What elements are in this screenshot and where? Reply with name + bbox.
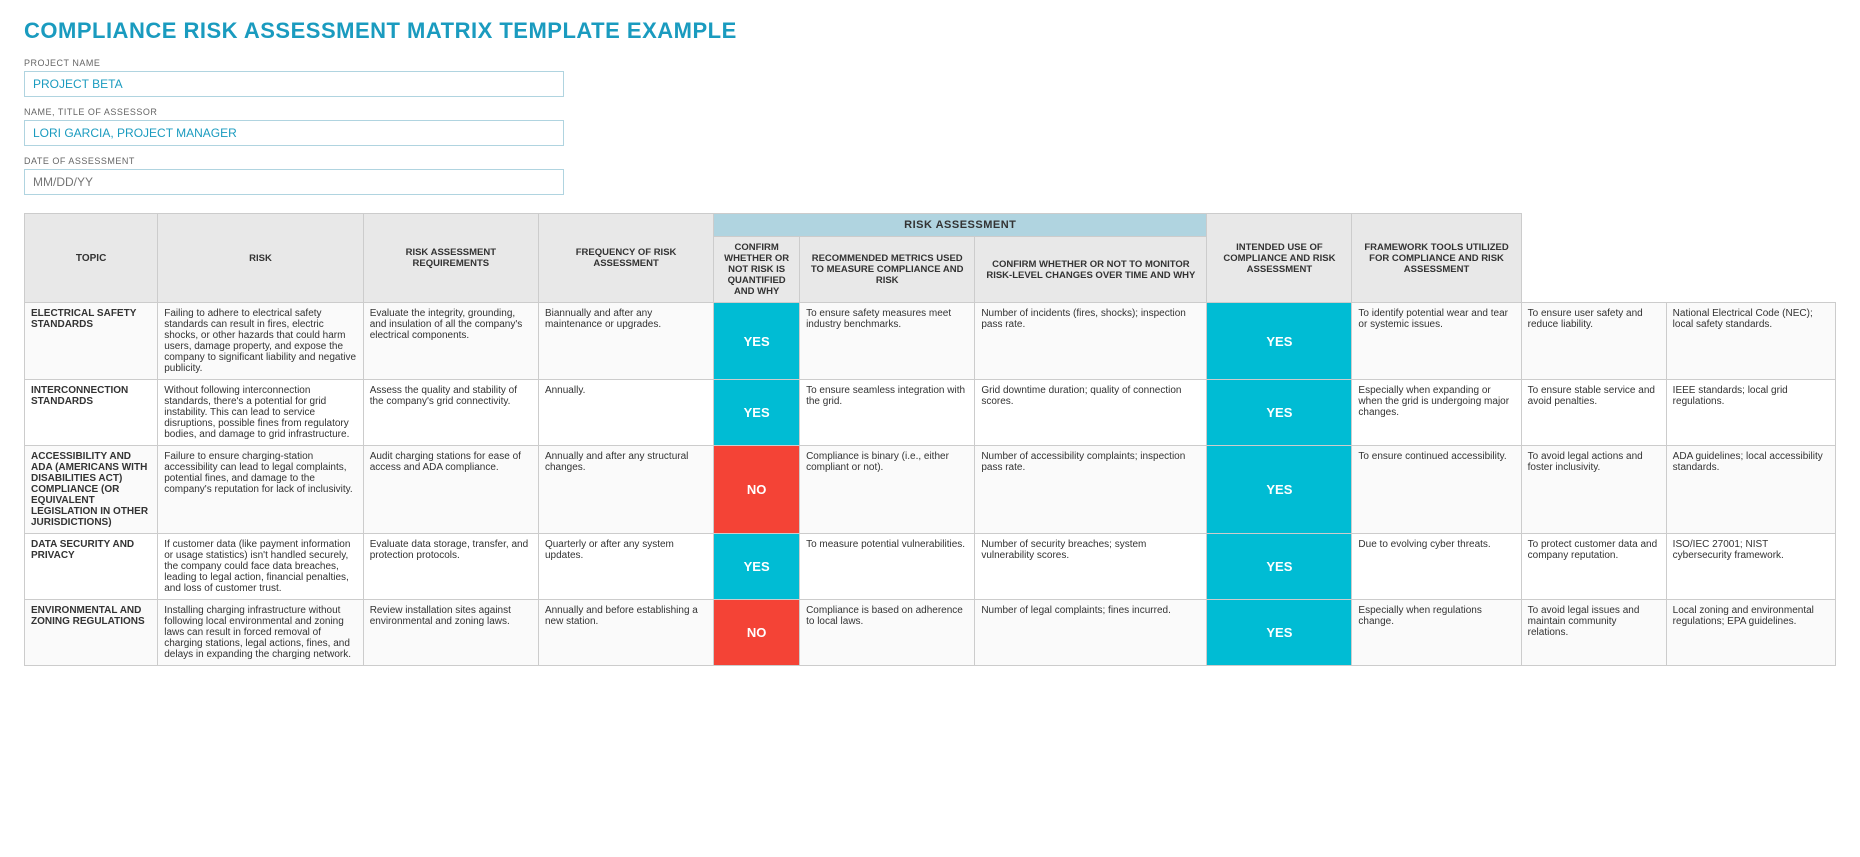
intended-use-cell: To avoid legal issues and maintain commu… xyxy=(1521,600,1666,666)
table-cell: Assess the quality and stability of the … xyxy=(363,380,538,446)
table-cell: Without following interconnection standa… xyxy=(158,380,363,446)
metrics-cell: Number of legal complaints; fines incurr… xyxy=(975,600,1207,666)
table-cell: DATA SECURITY AND PRIVACY xyxy=(25,534,158,600)
project-name-field: PROJECT NAME xyxy=(24,58,1836,97)
risk-assessment-group-header: RISK ASSESSMENT xyxy=(714,214,1207,237)
monitor-why-cell: To ensure continued accessibility. xyxy=(1352,446,1521,534)
table-cell: Annually and after any structural change… xyxy=(538,446,713,534)
table-cell: Quarterly or after any system updates. xyxy=(538,534,713,600)
why-quantified-cell: Compliance is based on adherence to loca… xyxy=(800,600,975,666)
metrics-cell: Grid downtime duration; quality of conne… xyxy=(975,380,1207,446)
monitor-cell: YES xyxy=(1207,600,1352,666)
intended-use-cell: To avoid legal actions and foster inclus… xyxy=(1521,446,1666,534)
table-cell: ACCESSIBILITY AND ADA (AMERICANS WITH DI… xyxy=(25,446,158,534)
col-framework: FRAMEWORK TOOLS UTILIZED FOR COMPLIANCE … xyxy=(1352,214,1521,303)
table-row: ACCESSIBILITY AND ADA (AMERICANS WITH DI… xyxy=(25,446,1836,534)
table-cell: Failing to adhere to electrical safety s… xyxy=(158,303,363,380)
monitor-cell: YES xyxy=(1207,303,1352,380)
table-cell: ENVIRONMENTAL AND ZONING REGULATIONS xyxy=(25,600,158,666)
quantified-cell: NO xyxy=(714,600,800,666)
table-cell: Biannually and after any maintenance or … xyxy=(538,303,713,380)
quantified-cell: YES xyxy=(714,380,800,446)
table-row: DATA SECURITY AND PRIVACYIf customer dat… xyxy=(25,534,1836,600)
framework-cell: ADA guidelines; local accessibility stan… xyxy=(1666,446,1835,534)
table-cell: Evaluate the integrity, grounding, and i… xyxy=(363,303,538,380)
assessor-input[interactable] xyxy=(24,120,564,146)
monitor-why-cell: Especially when expanding or when the gr… xyxy=(1352,380,1521,446)
assessor-field: NAME, TITLE OF ASSESSOR xyxy=(24,107,1836,146)
table-row: ELECTRICAL SAFETY STANDARDSFailing to ad… xyxy=(25,303,1836,380)
monitor-cell: YES xyxy=(1207,446,1352,534)
page-title: COMPLIANCE RISK ASSESSMENT MATRIX TEMPLA… xyxy=(24,18,1836,44)
why-quantified-cell: To ensure safety measures meet industry … xyxy=(800,303,975,380)
metrics-cell: Number of incidents (fires, shocks); ins… xyxy=(975,303,1207,380)
table-row: ENVIRONMENTAL AND ZONING REGULATIONSInst… xyxy=(25,600,1836,666)
table-cell: ELECTRICAL SAFETY STANDARDS xyxy=(25,303,158,380)
framework-cell: National Electrical Code (NEC); local sa… xyxy=(1666,303,1835,380)
quantified-cell: YES xyxy=(714,303,800,380)
framework-cell: Local zoning and environmental regulatio… xyxy=(1666,600,1835,666)
metrics-cell: Number of security breaches; system vuln… xyxy=(975,534,1207,600)
quantified-cell: NO xyxy=(714,446,800,534)
col-risk: RISK xyxy=(158,214,363,303)
col-quantified: CONFIRM WHETHER OR NOT RISK IS QUANTIFIE… xyxy=(714,237,800,303)
framework-cell: IEEE standards; local grid regulations. xyxy=(1666,380,1835,446)
col-metrics: RECOMMENDED METRICS USED TO MEASURE COMP… xyxy=(800,237,975,303)
framework-cell: ISO/IEC 27001; NIST cybersecurity framew… xyxy=(1666,534,1835,600)
col-intended: INTENDED USE OF COMPLIANCE AND RISK ASSE… xyxy=(1207,214,1352,303)
table-cell: Annually. xyxy=(538,380,713,446)
date-field: DATE OF ASSESSMENT xyxy=(24,156,1836,195)
col-topic: TOPIC xyxy=(25,214,158,303)
table-cell: Failure to ensure charging-station acces… xyxy=(158,446,363,534)
monitor-cell: YES xyxy=(1207,380,1352,446)
intended-use-cell: To protect customer data and company rep… xyxy=(1521,534,1666,600)
why-quantified-cell: Compliance is binary (i.e., either compl… xyxy=(800,446,975,534)
compliance-matrix-table: TOPIC RISK RISK ASSESSMENT REQUIREMENTS … xyxy=(24,213,1836,666)
intended-use-cell: To ensure stable service and avoid penal… xyxy=(1521,380,1666,446)
intended-use-cell: To ensure user safety and reduce liabili… xyxy=(1521,303,1666,380)
table-cell: Evaluate data storage, transfer, and pro… xyxy=(363,534,538,600)
assessor-label: NAME, TITLE OF ASSESSOR xyxy=(24,107,1836,117)
col-requirements: RISK ASSESSMENT REQUIREMENTS xyxy=(363,214,538,303)
table-cell: INTERCONNECTION STANDARDS xyxy=(25,380,158,446)
date-label: DATE OF ASSESSMENT xyxy=(24,156,1836,166)
table-cell: If customer data (like payment informati… xyxy=(158,534,363,600)
table-row: INTERCONNECTION STANDARDSWithout followi… xyxy=(25,380,1836,446)
project-name-label: PROJECT NAME xyxy=(24,58,1836,68)
project-name-input[interactable] xyxy=(24,71,564,97)
quantified-cell: YES xyxy=(714,534,800,600)
col-monitor: CONFIRM WHETHER OR NOT TO MONITOR RISK-L… xyxy=(975,237,1207,303)
monitor-why-cell: To identify potential wear and tear or s… xyxy=(1352,303,1521,380)
matrix-table-container: TOPIC RISK RISK ASSESSMENT REQUIREMENTS … xyxy=(24,213,1836,666)
table-cell: Audit charging stations for ease of acce… xyxy=(363,446,538,534)
monitor-cell: YES xyxy=(1207,534,1352,600)
table-cell: Review installation sites against enviro… xyxy=(363,600,538,666)
why-quantified-cell: To measure potential vulnerabilities. xyxy=(800,534,975,600)
table-cell: Installing charging infrastructure witho… xyxy=(158,600,363,666)
monitor-why-cell: Especially when regulations change. xyxy=(1352,600,1521,666)
monitor-why-cell: Due to evolving cyber threats. xyxy=(1352,534,1521,600)
date-input[interactable] xyxy=(24,169,564,195)
metrics-cell: Number of accessibility complaints; insp… xyxy=(975,446,1207,534)
col-frequency: FREQUENCY OF RISK ASSESSMENT xyxy=(538,214,713,303)
why-quantified-cell: To ensure seamless integration with the … xyxy=(800,380,975,446)
table-cell: Annually and before establishing a new s… xyxy=(538,600,713,666)
